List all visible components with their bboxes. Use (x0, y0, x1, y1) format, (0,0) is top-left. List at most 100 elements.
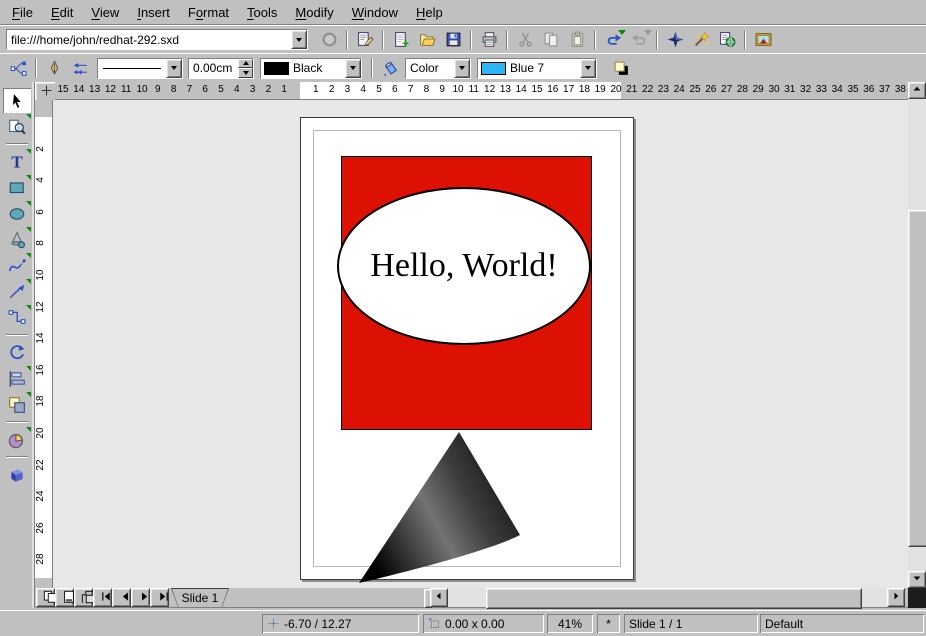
scroll-down-button[interactable] (908, 571, 926, 588)
separator (346, 30, 348, 50)
edit-file-button[interactable] (353, 28, 377, 52)
line-style-combobox[interactable] (97, 58, 183, 79)
stop-icon (321, 31, 338, 48)
lines-arrows-tool[interactable] (3, 279, 31, 304)
ruler-number: 9 (434, 84, 450, 96)
cut-button[interactable] (513, 28, 537, 52)
text-tool[interactable]: T (3, 149, 31, 174)
edit-points-button[interactable] (6, 56, 30, 80)
ruler-number: 1 (276, 84, 292, 96)
slide-number-panel[interactable]: Slide 1 / 1 (624, 614, 758, 633)
menu-modify[interactable]: Modify (286, 2, 342, 23)
redo-button[interactable] (627, 28, 651, 52)
ruler-number: 9 (150, 84, 166, 96)
line-width-down-button[interactable] (238, 68, 253, 78)
hello-world-text: Hello, World! (370, 247, 557, 285)
shadow-icon (613, 60, 630, 77)
menu-file[interactable]: File (3, 2, 42, 23)
cone-3d-shape[interactable] (351, 423, 527, 585)
save-document-button[interactable] (441, 28, 465, 52)
white-ellipse-shape[interactable]: Hello, World! (337, 187, 591, 345)
line-width-up-button[interactable] (238, 59, 253, 69)
next-slide-button[interactable] (131, 588, 150, 607)
url-input[interactable] (7, 30, 291, 49)
page[interactable]: Hello, World! (300, 117, 634, 580)
menu-help[interactable]: Help (407, 2, 452, 23)
scroll-up-button[interactable] (908, 82, 926, 99)
previous-slide-button[interactable] (112, 588, 131, 607)
navigator-button[interactable] (663, 28, 687, 52)
shadow-button[interactable] (609, 56, 633, 80)
stop-loading-button[interactable] (317, 28, 341, 52)
fill-style-combobox[interactable]: Color (405, 58, 471, 79)
vertical-scroll-thumb[interactable] (908, 210, 926, 547)
select-tool[interactable] (3, 88, 31, 113)
curve-icon (8, 257, 26, 275)
line-color-combobox[interactable]: Black (260, 58, 362, 79)
menu-window[interactable]: Window (343, 2, 407, 23)
menu-edit[interactable]: Edit (42, 2, 82, 23)
rotate-tool[interactable] (3, 340, 31, 365)
horizontal-scrollbar[interactable] (448, 588, 887, 607)
tab-slide-1[interactable]: Slide 1 (171, 588, 229, 607)
zoom-level-panel[interactable]: 41% (547, 614, 593, 633)
arrange-tool[interactable] (3, 392, 31, 417)
layer-view-button[interactable] (74, 588, 93, 607)
ellipse-tool[interactable] (3, 201, 31, 226)
area-dialog-button[interactable] (378, 56, 402, 80)
scroll-left-button[interactable] (430, 588, 448, 607)
menu-insert[interactable]: Insert (128, 2, 179, 23)
separator (35, 58, 37, 78)
arrow-ends-button[interactable] (68, 56, 92, 80)
copy-button[interactable] (539, 28, 563, 52)
ruler-number: 17 (561, 84, 577, 96)
line-style-dropdown-button[interactable] (166, 59, 182, 78)
vertical-scrollbar[interactable] (908, 82, 926, 588)
fill-color-dropdown-button[interactable] (580, 59, 596, 78)
last-slide-button[interactable] (150, 588, 169, 607)
3d-controller-tool[interactable] (3, 462, 31, 487)
zoom-tool[interactable] (3, 114, 31, 139)
undo-button[interactable] (601, 28, 625, 52)
line-color-dropdown-button[interactable] (345, 59, 361, 78)
arrow-ends-icon (72, 60, 89, 77)
first-slide-button[interactable] (93, 588, 112, 607)
autopilot-button[interactable] (689, 28, 713, 52)
horizontal-ruler[interactable]: 1615141312111098765432112345678910111213… (55, 82, 908, 100)
ruler-number: 6 (387, 84, 403, 96)
gallery-button[interactable] (751, 28, 775, 52)
vertical-ruler[interactable]: 246810121416182022242628 (35, 100, 53, 588)
connector-tool[interactable] (3, 305, 31, 330)
fill-style-dropdown-button[interactable] (454, 59, 470, 78)
3d-objects-tool[interactable] (3, 227, 31, 252)
new-document-button[interactable] (389, 28, 413, 52)
open-file-button[interactable] (415, 28, 439, 52)
horizontal-scroll-thumb[interactable] (486, 588, 862, 609)
canvas-workspace[interactable]: Hello, World! (53, 100, 908, 588)
alignment-tool[interactable] (3, 366, 31, 391)
ruler-origin-button[interactable] (35, 82, 57, 102)
scroll-right-button[interactable] (887, 588, 905, 607)
menu-tools[interactable]: Tools (238, 2, 286, 23)
paste-button[interactable] (565, 28, 589, 52)
longclick-flag-icon (26, 366, 31, 371)
rectangle-tool[interactable] (3, 175, 31, 200)
separator (506, 30, 508, 50)
longclick-flag-icon (26, 175, 31, 180)
page-style-panel[interactable]: Default (760, 614, 924, 633)
slide-view-button[interactable] (36, 588, 55, 607)
page-style-value: Default (765, 617, 803, 631)
menu-format[interactable]: Format (179, 2, 238, 23)
url-dropdown-button[interactable] (291, 30, 307, 49)
line-dialog-button[interactable] (42, 56, 66, 80)
gallery-icon (755, 31, 772, 48)
fill-color-combobox[interactable]: Blue 7 (477, 58, 597, 79)
insert-tool[interactable] (3, 427, 31, 452)
curve-tool[interactable] (3, 253, 31, 278)
longclick-flag-icon (26, 253, 31, 258)
line-width-spinner[interactable]: 0.00cm (188, 58, 254, 79)
print-button[interactable] (477, 28, 501, 52)
master-view-button[interactable] (55, 588, 74, 607)
menu-view[interactable]: View (82, 2, 128, 23)
hyperlink-button[interactable] (715, 28, 739, 52)
